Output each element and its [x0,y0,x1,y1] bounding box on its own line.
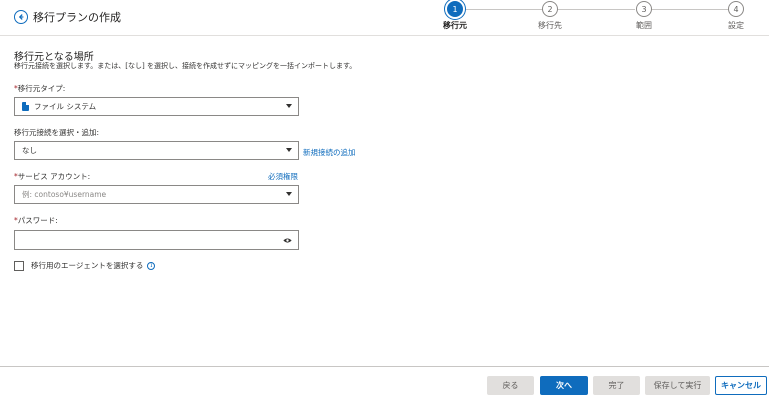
step-2-indicator[interactable]: 2 [542,1,558,17]
step-1-indicator[interactable]: 1 [447,1,463,17]
caret-down-icon [286,192,292,196]
file-icon [22,102,29,111]
step-connector [651,9,729,10]
step-connector [463,9,545,10]
done-button[interactable]: 完了 [593,376,640,395]
step-4-label: 設定 [728,21,744,30]
source-type-dropdown[interactable]: ファイル システム [14,97,299,116]
back-button[interactable]: 戻る [487,376,534,395]
agent-checkbox[interactable] [14,260,24,271]
step-3-label: 範囲 [636,21,652,30]
step-4-indicator[interactable]: 4 [728,1,744,17]
step-3-indicator[interactable]: 3 [636,1,652,17]
required-permissions-link[interactable]: 必須権限 [268,171,298,182]
caret-down-icon [286,148,292,152]
service-account-label: *サービス アカウント: [14,172,91,181]
connection-label: 移行元接続を選択・追加: [14,128,100,137]
footer-bar: 戻る 次へ 完了 保存して実行 キャンセル [0,366,769,398]
service-account-placeholder: 例: contoso¥username [22,190,107,199]
section-description: 移行元接続を選択します。または、[なし] を選択し、接続を作成せずにマッピングを… [14,62,357,70]
agent-checkbox-row: 移行用のエージェントを選択する i [14,260,156,271]
connection-dropdown[interactable]: なし [14,141,299,160]
source-type-label: *移行元タイプ: [14,84,66,93]
service-account-combobox[interactable]: 例: contoso¥username [14,185,299,204]
add-connection-link[interactable]: 新規接続の追加 [303,147,356,158]
next-button[interactable]: 次へ [540,376,588,395]
cancel-button[interactable]: キャンセル [715,376,767,395]
caret-down-icon [286,104,292,108]
eye-icon[interactable] [283,237,292,244]
connection-value: なし [22,146,37,155]
save-and-run-button[interactable]: 保存して実行 [645,376,710,395]
wizard-stepper: 1 2 3 4 移行元 移行先 範囲 設定 [0,0,769,36]
agent-checkbox-label: 移行用のエージェントを選択する [31,261,144,270]
info-icon[interactable]: i [147,261,156,270]
step-2-label: 移行先 [538,21,562,30]
step-connector [557,9,635,10]
source-type-value: ファイル システム [34,102,97,111]
step-1-label: 移行元 [443,21,467,30]
password-field[interactable] [14,230,299,250]
password-label: *パスワード: [14,216,58,225]
